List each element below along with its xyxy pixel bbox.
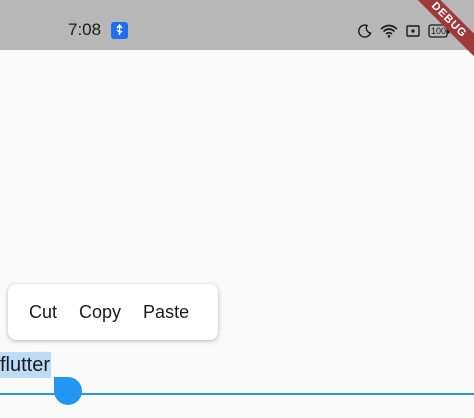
paste-button[interactable]: Paste bbox=[132, 292, 200, 332]
selected-text[interactable]: flutter bbox=[0, 352, 52, 378]
status-bar: 7:08 100 bbox=[0, 0, 474, 50]
cast-icon bbox=[406, 25, 420, 37]
selection-handle[interactable] bbox=[54, 377, 82, 405]
copy-button[interactable]: Copy bbox=[68, 292, 132, 332]
wifi-icon bbox=[380, 24, 398, 38]
status-icons: 100 bbox=[358, 22, 450, 40]
status-time: 7:08 bbox=[68, 20, 102, 39]
usb-debug-icon bbox=[111, 22, 128, 39]
text-selection-toolbar: Cut Copy Paste bbox=[8, 284, 218, 340]
battery-icon: 100 bbox=[428, 24, 450, 38]
do-not-disturb-moon-icon bbox=[358, 24, 372, 38]
text-field[interactable]: flutter bbox=[0, 348, 474, 405]
battery-level-text: 100 bbox=[431, 26, 447, 36]
cut-button[interactable]: Cut bbox=[18, 292, 68, 332]
app-screen: 7:08 100 DEBUG Cut Copy Paste flutter bbox=[0, 0, 474, 418]
